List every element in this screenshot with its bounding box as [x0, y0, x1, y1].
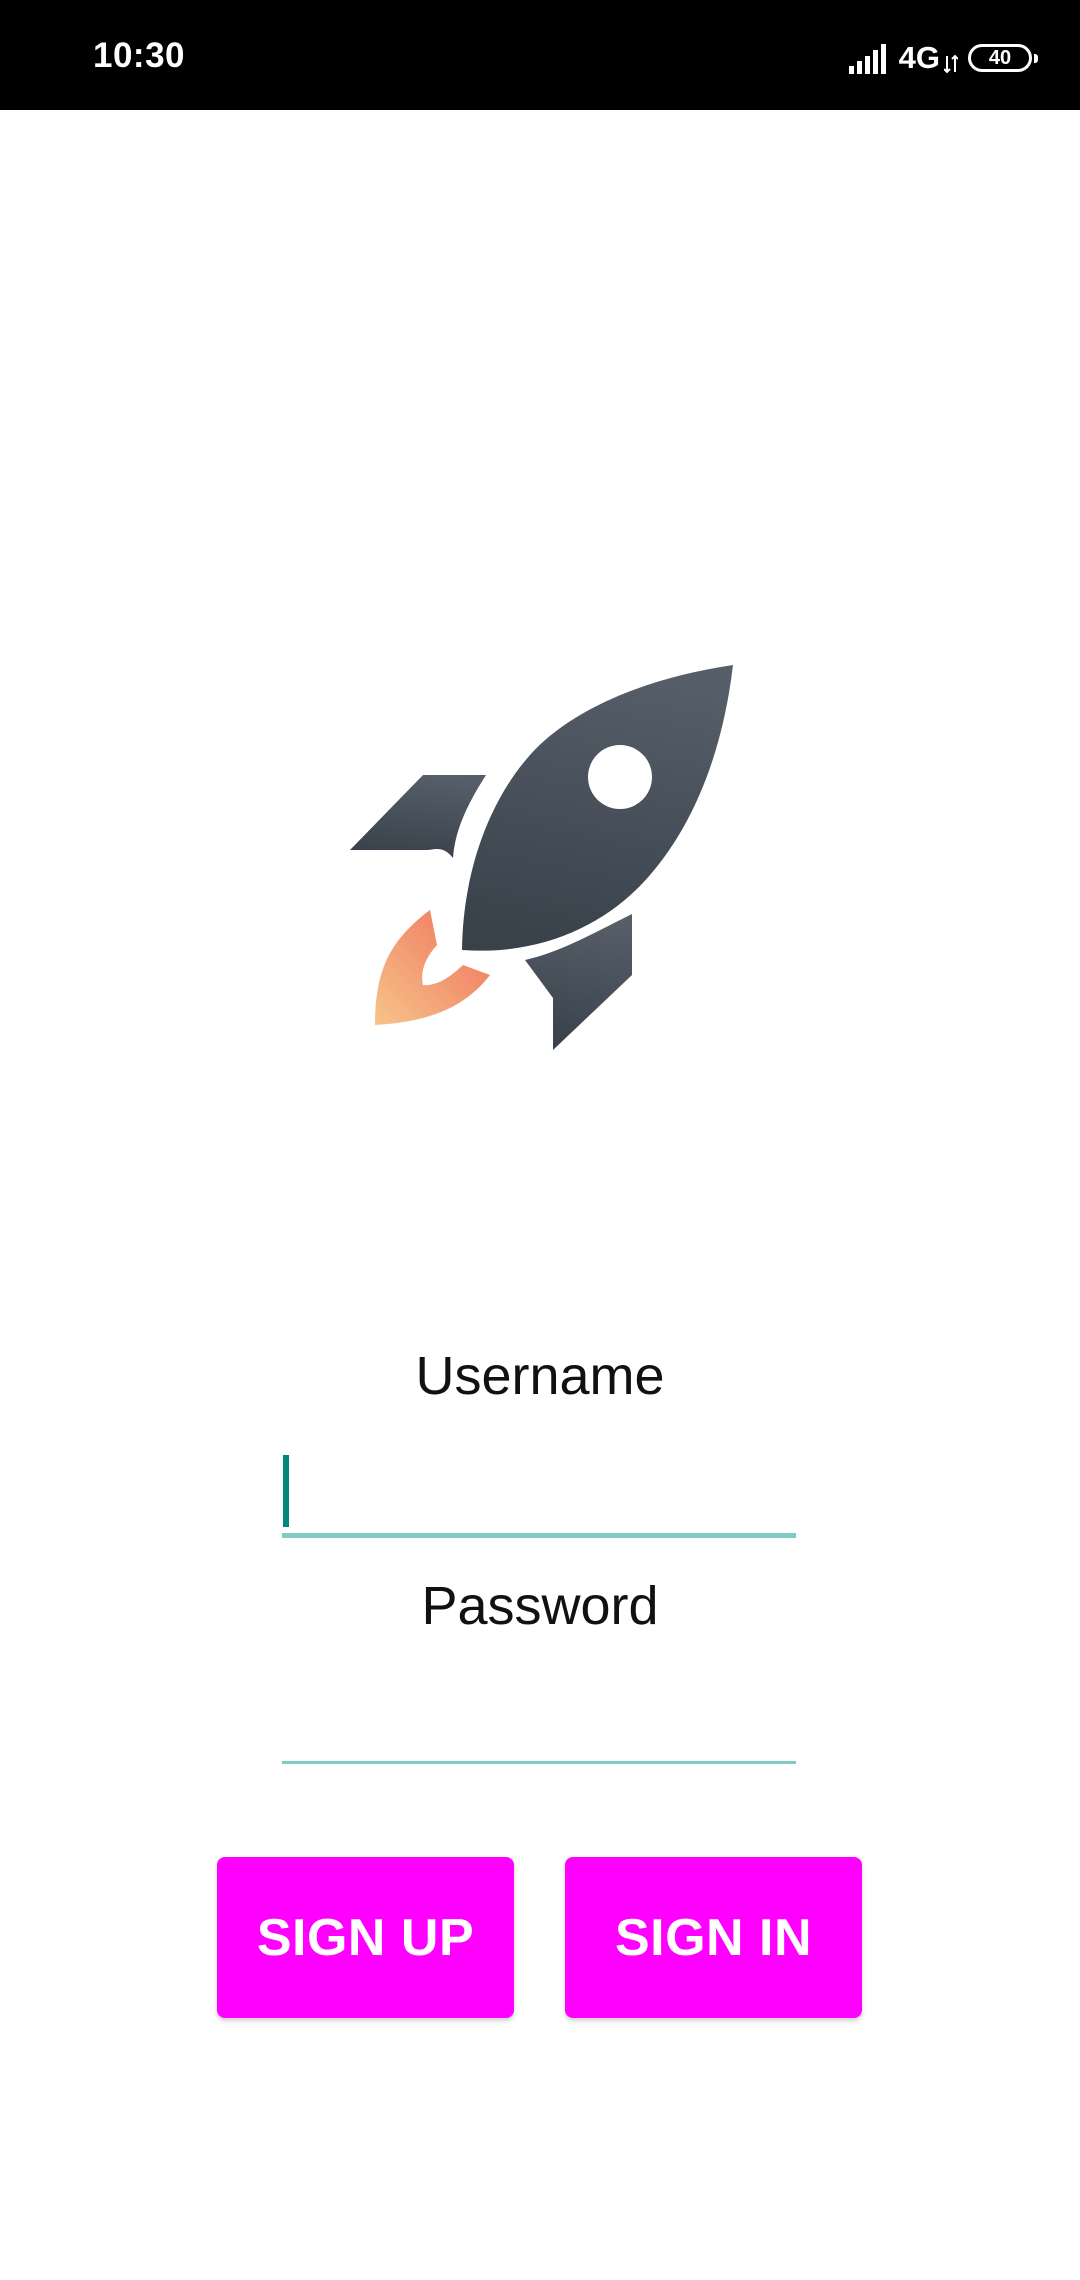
network-type: 4G: [898, 40, 940, 75]
battery-icon: 40: [968, 44, 1038, 72]
status-bar: 10:30 4G 40: [0, 0, 1080, 110]
password-label: Password: [421, 1576, 659, 1636]
data-arrows-icon: [944, 54, 958, 74]
username-label: Username: [415, 1346, 665, 1406]
password-input[interactable]: [282, 1685, 796, 1761]
sign-up-button[interactable]: SIGN UP: [217, 1857, 514, 2018]
rocket-icon: [350, 665, 733, 1050]
password-underline: [282, 1761, 796, 1764]
battery-level: 40: [988, 47, 1012, 69]
status-time: 10:30: [93, 36, 186, 75]
username-input[interactable]: [282, 1456, 796, 1532]
sign-in-button[interactable]: SIGN IN: [565, 1857, 862, 2018]
username-underline: [282, 1533, 796, 1538]
status-icons: 4G 40: [848, 38, 1038, 78]
text-cursor: [283, 1455, 289, 1527]
signal-icon: [848, 44, 886, 74]
